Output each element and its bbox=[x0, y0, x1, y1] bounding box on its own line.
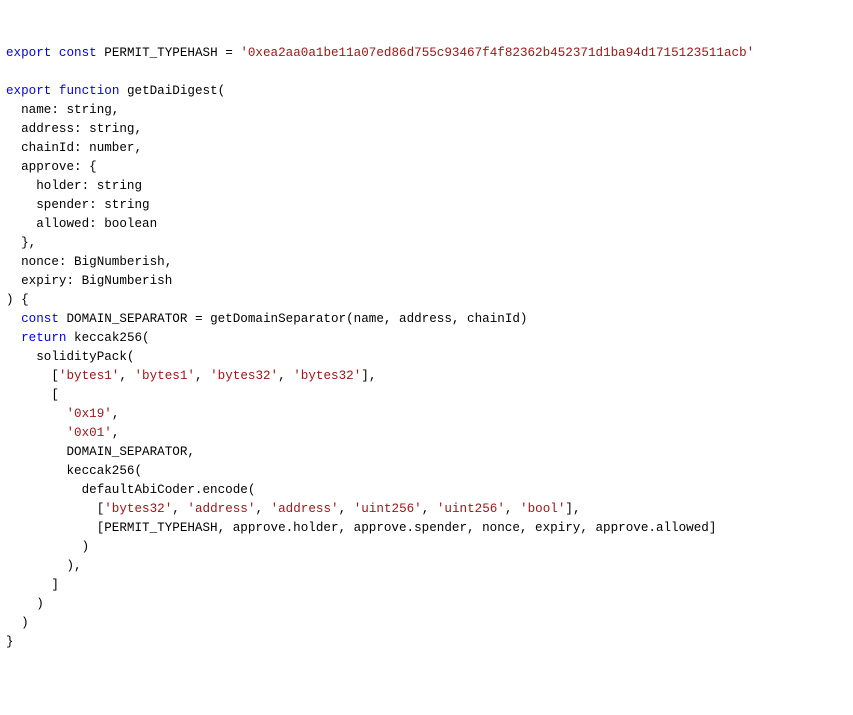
code-line: [ bbox=[6, 388, 59, 402]
string-literal: '0x01' bbox=[66, 426, 111, 440]
code-line: export const PERMIT_TYPEHASH = '0xea2aa0… bbox=[6, 46, 754, 60]
code-block: export const PERMIT_TYPEHASH = '0xea2aa0… bbox=[6, 44, 847, 652]
code-text: , bbox=[112, 407, 120, 421]
string-literal: 'uint256' bbox=[354, 502, 422, 516]
code-line: ) bbox=[6, 597, 44, 611]
code-text bbox=[6, 312, 21, 326]
string-literal: 'address' bbox=[187, 502, 255, 516]
code-text: [ bbox=[6, 502, 104, 516]
code-line: approve: { bbox=[6, 160, 97, 174]
code-text: keccak256( bbox=[66, 331, 149, 345]
keyword-export: export bbox=[6, 84, 51, 98]
string-literal: 'uint256' bbox=[437, 502, 505, 516]
code-text: , bbox=[255, 502, 270, 516]
code-text: , bbox=[112, 426, 120, 440]
code-line: export function getDaiDigest( bbox=[6, 84, 225, 98]
code-text: , bbox=[119, 369, 134, 383]
code-line: holder: string bbox=[6, 179, 142, 193]
code-text bbox=[6, 426, 66, 440]
string-literal: 'bytes1' bbox=[59, 369, 119, 383]
code-text bbox=[6, 331, 21, 345]
string-literal: 'bytes32' bbox=[210, 369, 278, 383]
code-line: ), bbox=[6, 559, 82, 573]
code-line: DOMAIN_SEPARATOR, bbox=[6, 445, 195, 459]
code-text: DOMAIN_SEPARATOR = getDomainSeparator(na… bbox=[59, 312, 528, 326]
string-literal: '0x19' bbox=[66, 407, 111, 421]
code-line: } bbox=[6, 635, 14, 649]
code-text: , bbox=[195, 369, 210, 383]
code-line: solidityPack( bbox=[6, 350, 134, 364]
code-line: expiry: BigNumberish bbox=[6, 274, 172, 288]
string-literal: 'bytes32' bbox=[293, 369, 361, 383]
code-text: getDaiDigest( bbox=[119, 84, 225, 98]
code-text: , bbox=[339, 502, 354, 516]
code-line: chainId: number, bbox=[6, 141, 142, 155]
code-text: ], bbox=[361, 369, 376, 383]
code-line: [PERMIT_TYPEHASH, approve.holder, approv… bbox=[6, 521, 716, 535]
code-text: , bbox=[278, 369, 293, 383]
code-line: '0x19', bbox=[6, 407, 119, 421]
code-line: defaultAbiCoder.encode( bbox=[6, 483, 255, 497]
code-line: }, bbox=[6, 236, 36, 250]
code-line: ) { bbox=[6, 293, 29, 307]
code-line: ) bbox=[6, 540, 89, 554]
string-literal: 'bool' bbox=[520, 502, 565, 516]
code-line: ['bytes1', 'bytes1', 'bytes32', 'bytes32… bbox=[6, 369, 376, 383]
code-line: spender: string bbox=[6, 198, 150, 212]
code-text: PERMIT_TYPEHASH = bbox=[97, 46, 241, 60]
keyword-export: export bbox=[6, 46, 51, 60]
string-literal: 'bytes32' bbox=[104, 502, 172, 516]
keyword-return: return bbox=[21, 331, 66, 345]
code-line: allowed: boolean bbox=[6, 217, 157, 231]
keyword-const: const bbox=[59, 46, 97, 60]
code-line: name: string, bbox=[6, 103, 119, 117]
code-text: [ bbox=[6, 369, 59, 383]
code-line: const DOMAIN_SEPARATOR = getDomainSepara… bbox=[6, 312, 528, 326]
code-line: ['bytes32', 'address', 'address', 'uint2… bbox=[6, 502, 581, 516]
string-literal: 'bytes1' bbox=[135, 369, 195, 383]
string-literal: 'address' bbox=[271, 502, 339, 516]
keyword-const: const bbox=[21, 312, 59, 326]
code-text: , bbox=[172, 502, 187, 516]
code-line: '0x01', bbox=[6, 426, 119, 440]
code-text bbox=[6, 407, 66, 421]
keyword-function: function bbox=[59, 84, 119, 98]
string-literal: '0xea2aa0a1be11a07ed86d755c93467f4f82362… bbox=[240, 46, 754, 60]
code-text: , bbox=[422, 502, 437, 516]
code-line: address: string, bbox=[6, 122, 142, 136]
code-text: ], bbox=[565, 502, 580, 516]
code-text: , bbox=[505, 502, 520, 516]
code-line: keccak256( bbox=[6, 464, 142, 478]
code-line bbox=[6, 65, 14, 79]
code-line: nonce: BigNumberish, bbox=[6, 255, 172, 269]
code-line: ] bbox=[6, 578, 59, 592]
code-line: ) bbox=[6, 616, 29, 630]
code-line: return keccak256( bbox=[6, 331, 150, 345]
